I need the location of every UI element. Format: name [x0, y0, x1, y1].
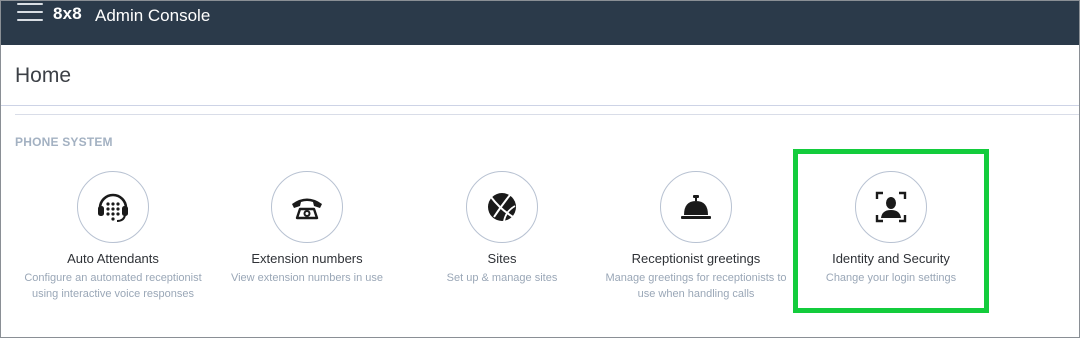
headset-icon [98, 193, 128, 222]
card-title[interactable]: Extension numbers [212, 251, 402, 266]
card-description: View extension numbers in use [230, 272, 384, 284]
card-icon-circle[interactable] [77, 171, 149, 243]
divider [15, 114, 1079, 115]
card-title[interactable]: Auto Attendants [18, 251, 208, 266]
card-receptionist-greetings[interactable]: Receptionist greetings Manage greetings … [601, 171, 791, 302]
brand-logo[interactable]: 8x8 [53, 4, 82, 24]
card-extension-numbers[interactable]: Extension numbers View extension numbers… [212, 171, 402, 286]
card-icon-circle[interactable] [660, 171, 732, 243]
card-icon-circle[interactable] [466, 171, 538, 243]
page-title: Home [15, 64, 72, 87]
phone-icon [292, 198, 322, 220]
hamburger-icon[interactable] [17, 3, 43, 23]
service-bell-icon [681, 195, 711, 219]
section-label: PHONE SYSTEM [15, 135, 113, 149]
highlight-box [793, 149, 989, 313]
card-description: Set up & manage sites [446, 272, 558, 284]
app-frame: 8x8 Admin Console Home PHONE SYSTEM Auto… [0, 0, 1080, 338]
card-auto-attendants[interactable]: Auto Attendants Configure an automated r… [18, 171, 208, 302]
card-title[interactable]: Sites [407, 251, 597, 266]
top-bar: 8x8 Admin Console [1, 1, 1079, 45]
card-description: Configure an automated receptionist usin… [24, 272, 202, 300]
divider [1, 105, 1079, 106]
card-title[interactable]: Receptionist greetings [601, 251, 791, 266]
globe-icon [488, 193, 516, 222]
card-description: Manage greetings for receptionists to us… [605, 272, 787, 300]
card-sites[interactable]: Sites Set up & manage sites [407, 171, 597, 286]
app-title: Admin Console [95, 6, 211, 25]
card-icon-circle[interactable] [271, 171, 343, 243]
